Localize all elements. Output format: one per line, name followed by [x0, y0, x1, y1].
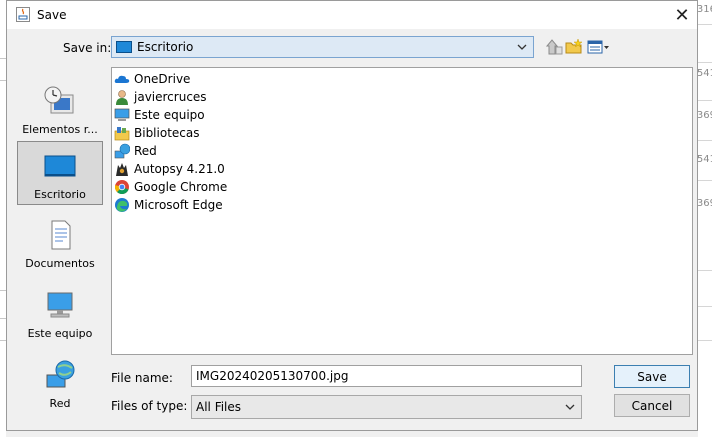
file-type-combo[interactable]: All Files — [191, 395, 582, 419]
recent-items-icon — [44, 86, 74, 114]
background-number: 316 — [698, 4, 712, 15]
save-in-combo[interactable]: Escritorio — [111, 36, 534, 58]
file-name: Red — [134, 144, 157, 158]
cancel-button[interactable]: Cancel — [614, 394, 690, 417]
file-name: Autopsy 4.21.0 — [134, 162, 225, 176]
file-list[interactable]: OneDrive javiercruces Este equipo Biblio… — [111, 67, 693, 355]
list-item[interactable]: Red — [114, 142, 157, 160]
onedrive-icon — [114, 75, 130, 83]
computer-icon — [47, 292, 73, 318]
desktop-icon — [116, 41, 132, 53]
file-name: Este equipo — [134, 108, 205, 122]
file-name-label: File name: — [111, 371, 173, 385]
background-app-right: 316 541 369 541 369 — [698, 0, 712, 437]
file-name: Google Chrome — [134, 180, 228, 194]
file-name-input[interactable] — [191, 365, 582, 387]
chevron-down-icon — [517, 44, 527, 50]
save-in-value: Escritorio — [137, 40, 194, 54]
computer-icon — [114, 108, 130, 121]
place-documents[interactable]: Documentos — [17, 211, 103, 275]
close-icon: ✕ — [674, 4, 690, 26]
network-icon — [46, 360, 75, 388]
list-item[interactable]: Autopsy 4.21.0 — [114, 160, 225, 178]
close-button[interactable]: ✕ — [667, 1, 697, 29]
network-icon — [114, 143, 130, 159]
files-of-type-label: Files of type: — [111, 399, 188, 413]
file-name: Bibliotecas — [134, 126, 200, 140]
background-number: 541 — [698, 68, 712, 79]
place-recent-items[interactable]: Elementos r... — [17, 77, 103, 141]
chevron-down-icon — [565, 404, 575, 410]
list-item[interactable]: Google Chrome — [114, 178, 227, 196]
libraries-icon — [114, 127, 130, 141]
place-label: Elementos r... — [22, 123, 98, 136]
list-item[interactable]: Bibliotecas — [114, 124, 199, 142]
save-dialog: Save ✕ Save in: Escritorio Elementos r..… — [6, 0, 698, 431]
java-icon — [16, 7, 30, 22]
documents-icon — [51, 220, 71, 250]
save-in-label: Save in: — [63, 41, 112, 55]
window-title: Save — [37, 8, 67, 22]
background-number: 541 — [698, 154, 712, 165]
list-item[interactable]: javiercruces — [114, 88, 207, 106]
user-folder-icon — [116, 90, 128, 105]
place-label: Red — [49, 397, 71, 410]
chrome-icon — [114, 180, 129, 195]
edge-icon — [115, 198, 129, 212]
place-label: Este equipo — [27, 327, 93, 340]
background-number: 369 — [698, 198, 712, 209]
list-item[interactable]: OneDrive — [114, 70, 190, 88]
save-button[interactable]: Save — [614, 365, 690, 388]
file-type-value: All Files — [196, 400, 242, 414]
list-item[interactable]: Este equipo — [114, 106, 205, 124]
list-item[interactable]: Microsoft Edge — [114, 196, 223, 214]
file-name: OneDrive — [134, 72, 191, 86]
new-folder-icon[interactable] — [565, 38, 583, 56]
place-desktop[interactable]: Escritorio — [17, 141, 103, 205]
autopsy-icon — [116, 163, 128, 176]
view-menu-icon[interactable] — [587, 38, 611, 56]
file-name: Microsoft Edge — [134, 198, 223, 212]
places-bar: Elementos r... Escritorio Documentos Est… — [13, 67, 107, 425]
background-number: 369 — [698, 110, 712, 121]
place-label: Escritorio — [34, 188, 86, 201]
title-bar: Save ✕ — [7, 1, 697, 29]
desktop-icon — [44, 155, 76, 177]
place-this-pc[interactable]: Este equipo — [17, 281, 103, 345]
place-label: Documentos — [25, 257, 95, 270]
file-name: javiercruces — [134, 90, 207, 104]
up-folder-icon[interactable] — [545, 38, 563, 56]
place-network[interactable]: Red — [17, 351, 103, 415]
